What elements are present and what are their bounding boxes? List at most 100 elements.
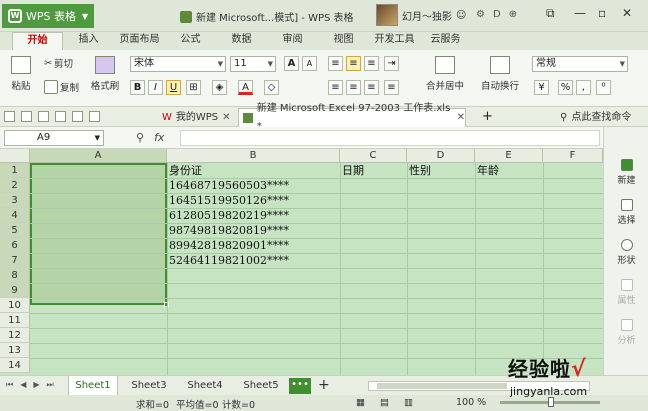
bold-button[interactable]: B <box>130 80 145 95</box>
copy-button[interactable]: 复制 <box>44 80 79 94</box>
first-sheet-icon[interactable]: ⏮ <box>6 380 13 390</box>
download-icon[interactable]: D <box>493 9 501 20</box>
cell-b4[interactable]: 61280519820219**** <box>169 208 289 223</box>
tab-page-layout[interactable]: 页面布局 <box>114 32 165 50</box>
cell-b1[interactable]: 身份证 <box>169 163 202 178</box>
cell-b3[interactable]: 16451519950126**** <box>169 193 289 208</box>
add-sheet-icon[interactable]: + <box>318 377 330 393</box>
row-header[interactable]: 14 <box>0 358 30 373</box>
sheet-tab-sheet5[interactable]: Sheet5 <box>236 376 286 396</box>
close-icon[interactable]: ✕ <box>457 109 465 127</box>
name-box[interactable]: A9 ▼ <box>4 130 104 146</box>
side-select-button[interactable]: 选择 <box>604 199 648 226</box>
merge-center-button[interactable]: 合并居中 <box>420 56 470 92</box>
formula-input[interactable] <box>180 130 600 146</box>
row-header[interactable]: 11 <box>0 313 30 328</box>
page-break-view-icon[interactable]: ▥ <box>404 397 413 408</box>
row-header[interactable]: 7 <box>0 253 30 268</box>
row-header[interactable]: 10 <box>0 298 30 313</box>
row-header[interactable]: 1 <box>0 163 30 178</box>
open-icon[interactable] <box>4 111 15 122</box>
fx-icon[interactable]: fx <box>154 131 164 144</box>
paste-button[interactable]: 粘贴 <box>8 56 34 92</box>
print-icon[interactable] <box>38 111 49 122</box>
sheet-tab-sheet4[interactable]: Sheet4 <box>180 376 230 396</box>
column-header-d[interactable]: D <box>407 149 475 163</box>
new-tab-icon[interactable]: + <box>482 109 493 124</box>
increase-font-icon[interactable]: A <box>284 56 299 71</box>
percent-button[interactable]: % <box>558 80 573 95</box>
row-header[interactable]: 4 <box>0 208 30 223</box>
align-bottom-icon[interactable]: ≡ <box>364 56 379 71</box>
decrease-font-icon[interactable]: A <box>302 56 317 71</box>
help-icon[interactable]: ⚙ <box>476 9 485 20</box>
zoom-thumb[interactable] <box>548 397 554 407</box>
user-name[interactable]: 幻月～独影 <box>402 8 452 23</box>
tab-view[interactable]: 视图 <box>318 32 369 50</box>
tab-document[interactable]: 新建 Microsoft Excel 97-2003 工作表.xls * ✕ <box>238 103 466 132</box>
close-icon[interactable]: ✕ <box>622 6 632 20</box>
align-left-icon[interactable]: ≡ <box>328 80 343 95</box>
command-search[interactable]: ⚲ 点此查找命令 <box>556 108 631 127</box>
tab-data[interactable]: 数据 <box>216 32 267 50</box>
redo-icon[interactable] <box>89 111 100 122</box>
wrap-text-button[interactable]: 自动换行 <box>478 56 522 92</box>
comma-button[interactable]: , <box>576 80 591 95</box>
select-all-corner[interactable] <box>0 149 30 163</box>
align-center-icon[interactable]: ≡ <box>346 80 361 95</box>
prev-sheet-icon[interactable]: ◀ <box>20 380 26 390</box>
undo-icon[interactable] <box>72 111 83 122</box>
decimal-icon[interactable]: ⁰ <box>596 80 611 95</box>
sheet-tab-sheet3[interactable]: Sheet3 <box>124 376 174 396</box>
border-icon[interactable]: ⊞ <box>186 80 201 95</box>
avatar[interactable] <box>376 4 398 26</box>
currency-icon[interactable]: ¥ <box>534 80 549 95</box>
maximize-icon[interactable]: ▫ <box>598 6 606 20</box>
settings-icon[interactable]: ⊕ <box>509 9 517 20</box>
row-header[interactable]: 2 <box>0 178 30 193</box>
row-header[interactable]: 5 <box>0 223 30 238</box>
column-header-e[interactable]: E <box>475 149 543 163</box>
row-header[interactable]: 12 <box>0 328 30 343</box>
row-header[interactable]: 13 <box>0 343 30 358</box>
zoom-icon[interactable]: ⚲ <box>136 131 144 144</box>
side-analyze-button[interactable]: 分析 <box>604 319 648 346</box>
underline-button[interactable]: U <box>166 80 181 95</box>
tab-insert[interactable]: 插入 <box>63 32 114 50</box>
zoom-value[interactable]: 100 % <box>456 397 486 408</box>
wps-menu-button[interactable]: W WPS 表格 ▼ <box>2 4 94 28</box>
cell-c1[interactable]: 日期 <box>342 163 364 178</box>
column-header-c[interactable]: C <box>340 149 407 163</box>
fill-color-icon[interactable]: ◈ <box>212 80 227 95</box>
side-shape-button[interactable]: 形状 <box>604 239 648 266</box>
tab-developer[interactable]: 开发工具 <box>369 32 420 50</box>
side-properties-button[interactable]: 属性 <box>604 279 648 306</box>
close-icon[interactable]: ✕ <box>222 109 230 127</box>
skin-icon[interactable]: ☺ <box>456 10 466 21</box>
side-new-button[interactable]: 新建 <box>604 159 648 186</box>
row-header[interactable]: 9 <box>0 283 30 298</box>
last-sheet-icon[interactable]: ⏭ <box>47 380 54 390</box>
minimize-icon[interactable]: — <box>574 6 586 20</box>
save-icon[interactable] <box>21 111 32 122</box>
cell-b2[interactable]: 16468719560503**** <box>169 178 289 193</box>
cell-b6[interactable]: 89942819820901**** <box>169 238 289 253</box>
tab-my-wps[interactable]: W 我的WPS ✕ <box>158 108 231 127</box>
font-size-select[interactable]: 11 ▼ <box>230 56 276 72</box>
cell-b7[interactable]: 52464119821002**** <box>169 253 289 268</box>
tab-home[interactable]: 开始 <box>12 32 63 50</box>
sheet-tab-sheet1[interactable]: Sheet1 <box>68 376 118 396</box>
clear-format-icon[interactable]: ◇ <box>264 80 279 95</box>
spreadsheet-grid[interactable]: A B C D E F 1 2 3 4 5 6 7 8 9 10 11 12 1… <box>0 149 603 375</box>
preview-icon[interactable] <box>55 111 66 122</box>
column-header-f[interactable]: F <box>543 149 603 163</box>
column-header-b[interactable]: B <box>167 149 340 163</box>
row-header[interactable]: 8 <box>0 268 30 283</box>
cell-b5[interactable]: 98749819820819**** <box>169 223 289 238</box>
indent-icon[interactable]: ⇥ <box>384 56 399 71</box>
zoom-slider[interactable] <box>500 397 600 407</box>
user-area[interactable]: 幻月～独影 ☺ <box>376 4 466 26</box>
format-painter-button[interactable]: 格式刷 <box>88 56 122 92</box>
align-top-icon[interactable]: ≡ <box>328 56 343 71</box>
tab-cloud[interactable]: 云服务 <box>420 32 471 50</box>
